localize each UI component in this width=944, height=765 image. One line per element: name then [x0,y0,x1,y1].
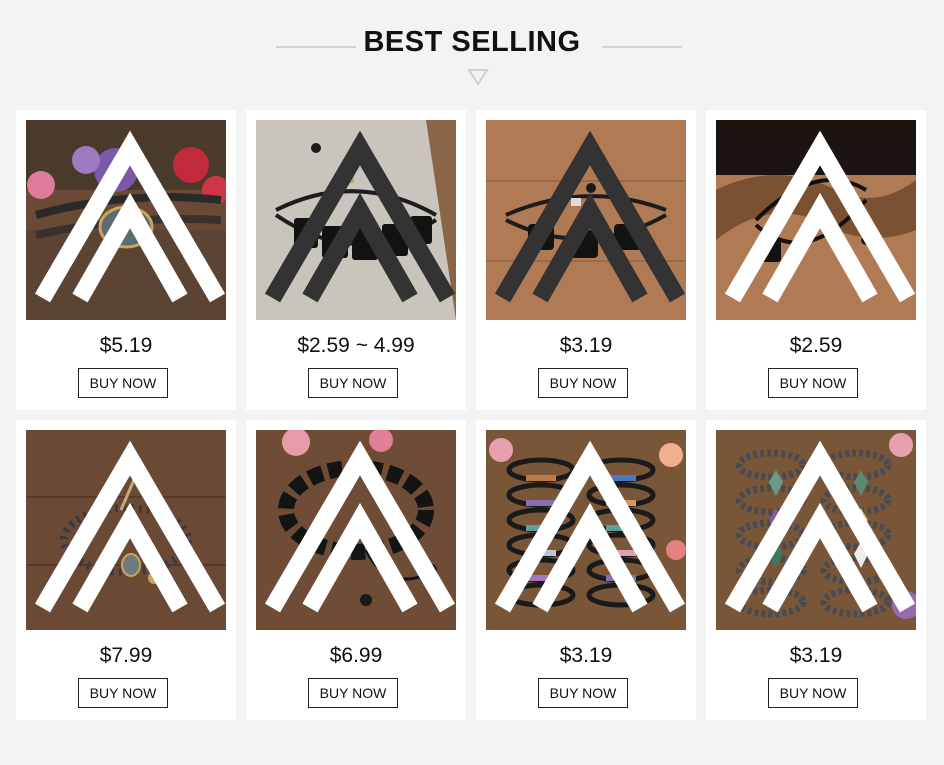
brand-logo-icon [724,440,916,613]
product-card[interactable]: $3.19 BUY NOW [476,110,696,410]
brand-logo-icon [494,130,686,303]
buy-now-button[interactable]: BUY NOW [78,368,168,398]
product-price: $2.59 ~ 4.99 [297,334,415,357]
product-image[interactable] [486,120,686,320]
product-price: $2.59 [789,334,843,357]
brand-logo-icon [264,130,456,303]
brand-logo-icon [34,130,226,303]
product-image[interactable] [486,430,686,630]
product-image[interactable] [256,120,456,320]
buy-now-button[interactable]: BUY NOW [768,368,858,398]
section-header: BEST SELLING [0,0,944,100]
down-triangle-icon [467,69,489,86]
product-price: $3.19 [789,644,843,667]
product-image[interactable] [256,430,456,630]
brand-logo-icon [264,440,456,613]
product-image[interactable] [26,120,226,320]
product-price: $3.19 [559,334,613,357]
product-image[interactable] [716,120,916,320]
product-price: $3.19 [559,644,613,667]
product-card[interactable]: $3.19 BUY NOW [706,420,926,720]
product-card[interactable]: $2.59 ~ 4.99 BUY NOW [246,110,466,410]
brand-logo-icon [494,440,686,613]
brand-logo-icon [34,440,226,613]
product-card[interactable]: $6.99 BUY NOW [246,420,466,720]
brand-logo-icon [724,130,916,303]
buy-now-button[interactable]: BUY NOW [78,678,168,708]
product-card[interactable]: $3.19 BUY NOW [476,420,696,720]
header-divider-right [602,46,682,48]
product-image[interactable] [26,430,226,630]
product-card[interactable]: $5.19 BUY NOW [16,110,236,410]
buy-now-button[interactable]: BUY NOW [308,678,398,708]
product-image[interactable] [716,430,916,630]
product-price: $7.99 [99,644,153,667]
product-card[interactable]: $7.99 BUY NOW [16,420,236,720]
section-title: BEST SELLING [363,26,581,58]
buy-now-button[interactable]: BUY NOW [538,368,628,398]
product-card[interactable]: $2.59 BUY NOW [706,110,926,410]
buy-now-button[interactable]: BUY NOW [538,678,628,708]
buy-now-button[interactable]: BUY NOW [768,678,858,708]
product-price: $6.99 [329,644,383,667]
product-price: $5.19 [99,334,153,357]
buy-now-button[interactable]: BUY NOW [308,368,398,398]
